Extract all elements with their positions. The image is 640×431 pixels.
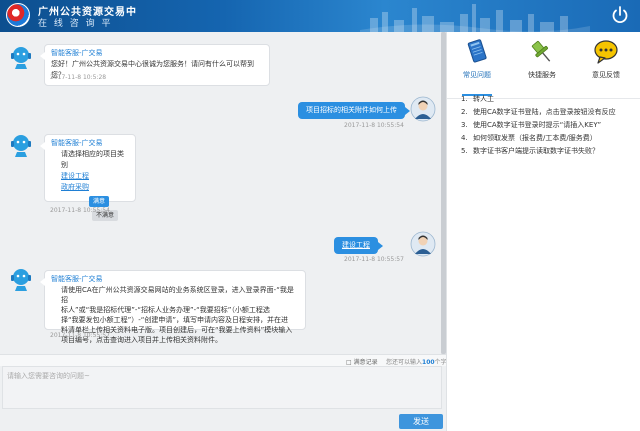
user-avatar-icon bbox=[410, 96, 436, 122]
char-count-hint: 您还可以输入100个字 bbox=[386, 359, 447, 366]
faq-item[interactable]: 3. 使用CA数字证书登录时提示“请插入KEY” bbox=[461, 120, 637, 131]
message-timestamp: 2017-11-8 10:55:54 bbox=[50, 207, 110, 214]
right-panel: 常见问题 快捷服务 意见反馈 1. 转人工 2. 使用CA数字证书登陆，点击登录按钮… bbox=[446, 32, 640, 431]
power-icon[interactable] bbox=[610, 5, 630, 25]
char-count: 100 bbox=[422, 359, 435, 366]
tab-label: 快捷服务 bbox=[528, 71, 556, 79]
city-skyline-icon bbox=[360, 4, 590, 32]
bot-message-bubble: 智能客服-广交易 请选择相应的项目类别 建设工程 政府采购 满意不满意 bbox=[40, 134, 136, 221]
tab-faq[interactable]: 常见问题 bbox=[452, 37, 502, 80]
faq-item[interactable]: 4. 如何领取发票（报名费/工本费/服务费） bbox=[461, 133, 637, 144]
message-timestamp: 2017-11-8 10:55:57 bbox=[344, 256, 404, 263]
user-message-bubble: 项目招标的相关附件如何上传 bbox=[298, 102, 410, 119]
bot-avatar-icon bbox=[11, 47, 31, 69]
user-message-bubble: 建设工程 bbox=[334, 237, 383, 254]
faq-item[interactable]: 2. 使用CA数字证书登陆，点击登录按钮没有反应 bbox=[461, 107, 637, 118]
faq-item-text: 数字证书客户端提示读取数字证书失败？ bbox=[473, 147, 599, 155]
message-input-box bbox=[2, 366, 442, 409]
header-subtitle: 在 线 咨 询 平 bbox=[38, 19, 113, 29]
bot-avatar-icon bbox=[11, 135, 31, 157]
bot-name: 智能客服-广交易 bbox=[51, 139, 103, 147]
faq-item-text: 如何领取发票（报名费/工本费/服务费） bbox=[473, 134, 597, 142]
tab-label: 意见反馈 bbox=[592, 71, 620, 79]
faq-item-text: 使用CA数字证书登陆，点击登录按钮没有反应 bbox=[473, 108, 616, 116]
message-timestamp: 2017-11-8 10:5:28 bbox=[50, 74, 107, 81]
send-button[interactable]: 发送 bbox=[399, 414, 443, 429]
satisfied-button[interactable]: 满意 bbox=[89, 196, 110, 207]
message-line: 标人”或“我是招标代理”-“招标人业务办理”-“我要招标”（小额工程选 bbox=[61, 306, 270, 314]
faq-item[interactable]: 1. 转人工 bbox=[461, 94, 637, 105]
message-text: 建设工程 bbox=[342, 241, 370, 249]
tab-label: 常见问题 bbox=[463, 71, 491, 79]
bot-name: 智能客服-广交易 bbox=[51, 49, 103, 57]
input-toolbar: □ 满意记录 您还可以输入100个字 bbox=[0, 354, 447, 366]
message-input[interactable] bbox=[7, 371, 437, 404]
app-header: 广州公共资源交易中 在 线 咨 询 平 bbox=[0, 0, 640, 32]
faq-item-text: 使用CA数字证书登录时提示“请插入KEY” bbox=[473, 121, 602, 129]
logo-icon bbox=[6, 3, 30, 27]
message-text: 请选择相应的项目类别 bbox=[61, 150, 124, 169]
message-timestamp: 2017-11-8 10:55:54 bbox=[344, 122, 404, 129]
tab-feedback[interactable]: 意见反馈 bbox=[581, 37, 631, 80]
history-label: 满意记录 bbox=[353, 359, 378, 366]
faq-list: 1. 转人工 2. 使用CA数字证书登陆，点击登录按钮没有反应 3. 使用CA数字证书… bbox=[461, 94, 637, 159]
faq-item[interactable]: 5. 数字证书客户端提示读取数字证书失败？ bbox=[461, 146, 637, 157]
bot-avatar-icon bbox=[11, 269, 31, 291]
option-link-procurement[interactable]: 政府采购 bbox=[51, 182, 129, 193]
pushpin-icon bbox=[531, 41, 551, 62]
message-timestamp: 2017-11-8 10:55:57 bbox=[50, 332, 110, 339]
bot-name: 智能客服-广交易 bbox=[51, 275, 103, 283]
tab-quick-service[interactable]: 快捷服务 bbox=[517, 37, 567, 80]
message-text: 项目招标的相关附件如何上传 bbox=[306, 106, 397, 114]
user-avatar-icon bbox=[410, 231, 436, 257]
history-link[interactable]: □ 满意记录 bbox=[346, 357, 378, 366]
bot-message-bubble: 智能客服-广交易 请使用CA在广州公共资源交易网站的业务系统区登录，进入登录界面… bbox=[40, 270, 306, 344]
chat-bubble-icon bbox=[594, 40, 618, 64]
option-link-construction[interactable]: 建设工程 bbox=[51, 171, 129, 182]
message-line: 择“我要发包小额工程”）-“创建申请”，填写申请内容及日程安排，并在进 bbox=[61, 316, 289, 324]
chat-area: 智能客服-广交易 您好！广州公共资源交易中心很诚为您服务！请问有什么可以帮到您？… bbox=[0, 32, 440, 354]
faq-book-icon bbox=[467, 39, 487, 63]
message-line: 请使用CA在广州公共资源交易网站的业务系统区登录，进入登录界面-“我是招 bbox=[61, 286, 294, 304]
faq-item-text: 转人工 bbox=[473, 95, 494, 103]
